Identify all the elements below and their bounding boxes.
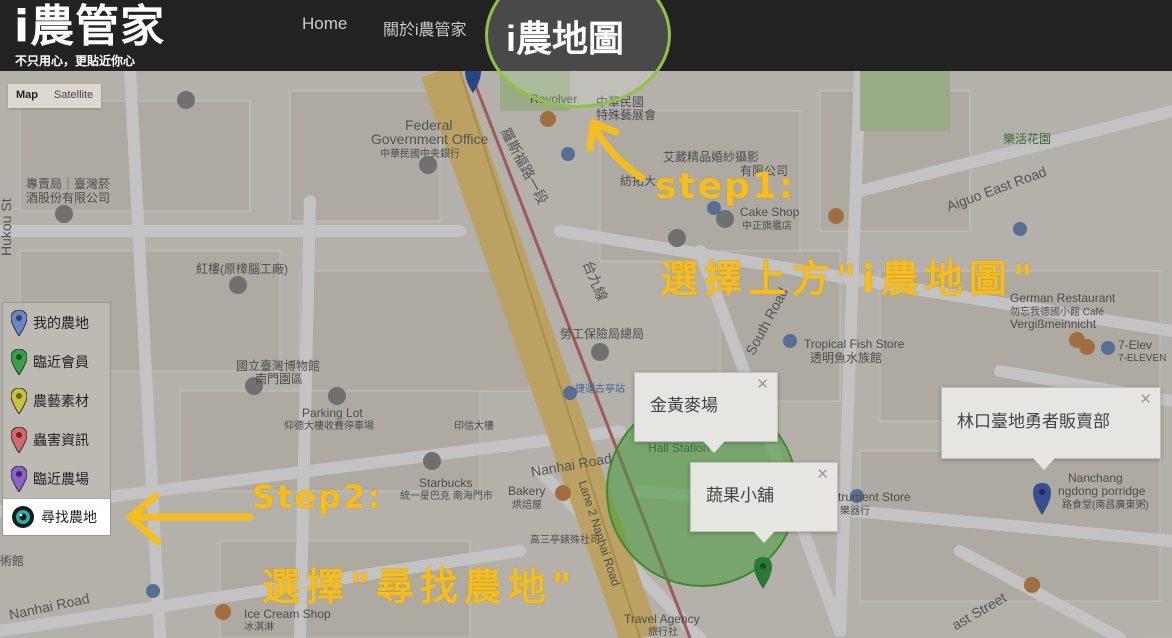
find-farm-button[interactable]: 尋找農地 bbox=[3, 498, 110, 535]
close-icon[interactable]: ✕ bbox=[756, 375, 769, 393]
arrow-icon bbox=[586, 119, 646, 182]
legend-label: 蟲害資訊 bbox=[33, 432, 89, 449]
nav-about-link[interactable]: 關於i農管家 bbox=[383, 16, 467, 40]
poi-label: 路食堂(南昌廣東粥) bbox=[1062, 500, 1149, 511]
map-type-map-button[interactable]: Map bbox=[8, 84, 46, 108]
poi-label: Parking Lot bbox=[302, 406, 363, 420]
poi-label: 高三亭錶殊社司 bbox=[530, 535, 600, 546]
poi-label: 中華民國中央銀行 bbox=[380, 149, 460, 160]
arrow-icon bbox=[126, 492, 254, 546]
poi-label: 透明魚水族館 bbox=[810, 351, 883, 365]
info-window-tail bbox=[703, 441, 725, 453]
info-window-tail bbox=[753, 531, 775, 543]
map-pin-icon bbox=[11, 426, 27, 453]
map-pin-icon bbox=[11, 348, 27, 375]
poi-label: ngdong porridge bbox=[1058, 484, 1146, 498]
poi-label: Starbucks bbox=[419, 476, 473, 490]
poi-label: 7-ELEVEN bbox=[1118, 353, 1167, 364]
poi-label: 冰淇淋 bbox=[244, 622, 274, 633]
brand-slogan: 不只用心，更貼近你心 bbox=[15, 54, 136, 68]
map-type-satellite-button[interactable]: Satellite bbox=[46, 84, 101, 108]
legend-item-nearby-farms[interactable]: 臨近農場 bbox=[3, 459, 110, 498]
poi-label: 旅行社 bbox=[648, 627, 678, 638]
poi-label: 烘焙屋 bbox=[512, 500, 542, 511]
legend-label: 臨近農場 bbox=[33, 471, 89, 488]
map-legend: 我的農地 臨近會員 農藝素材 蟲害資訊 臨近農場 尋找農地 bbox=[2, 302, 111, 536]
find-farm-label: 尋找農地 bbox=[41, 510, 97, 526]
poi-label: 印信大樓 bbox=[454, 421, 494, 432]
poi-label: 樂活花園 bbox=[1003, 132, 1052, 146]
info-window-golden[interactable]: 金黃麥場 ✕ bbox=[634, 372, 778, 453]
poi-label: Hall Station bbox=[648, 441, 710, 455]
info-window-title: 金黃麥場 bbox=[650, 396, 718, 416]
poi-label: 紅樓(原樟腦工廠) bbox=[196, 262, 288, 276]
poi-label: 專賣局｜臺灣菸 bbox=[26, 177, 111, 191]
map-pin-icon bbox=[11, 387, 27, 414]
poi-label: 樂器行 bbox=[840, 506, 870, 517]
legend-item-pest-info[interactable]: 蟲害資訊 bbox=[3, 420, 110, 459]
road-label: Hukou St bbox=[0, 198, 14, 256]
poi-label: Travel Agency bbox=[624, 612, 700, 626]
map-pin-icon bbox=[11, 465, 27, 492]
poi-label: 術館 bbox=[0, 554, 25, 568]
poi-label: trument Store bbox=[838, 490, 911, 504]
nav-home-link[interactable]: Home bbox=[302, 14, 347, 34]
brand-logo[interactable]: i農管家 bbox=[14, 2, 165, 52]
poi-label: Cake Shop bbox=[740, 205, 800, 219]
eye-icon bbox=[12, 506, 34, 528]
info-window-title: 林口臺地勇者販賣部 bbox=[957, 412, 1110, 432]
step1-label: step1: bbox=[655, 166, 796, 207]
close-icon[interactable]: ✕ bbox=[816, 465, 829, 483]
step2-instruction: 選擇"尋找農地" bbox=[262, 565, 578, 609]
poi-label: 7-Elev bbox=[1118, 338, 1153, 352]
info-window-linkou[interactable]: 林口臺地勇者販賣部 ✕ bbox=[941, 387, 1161, 470]
legend-item-my-farm[interactable]: 我的農地 bbox=[3, 303, 110, 342]
step2-label: Step2: bbox=[252, 478, 383, 516]
poi-label: 中正旗艦店 bbox=[742, 221, 792, 232]
poi-label: Vergißmeinnicht bbox=[1010, 317, 1097, 331]
poi-label: 捷運古亭站 bbox=[575, 384, 625, 395]
poi-label: Government Office bbox=[371, 131, 489, 147]
step1-instruction: 選擇上方"i農地圖" bbox=[660, 257, 1039, 301]
close-icon[interactable]: ✕ bbox=[1139, 390, 1152, 408]
legend-item-materials[interactable]: 農藝素材 bbox=[3, 381, 110, 420]
legend-item-nearby-members[interactable]: 臨近會員 bbox=[3, 342, 110, 381]
poi-label: 南門園區 bbox=[255, 372, 304, 386]
poi-label: Tropical Fish Store bbox=[804, 337, 905, 351]
poi-label: 仰德大樓收費停車場 bbox=[284, 421, 374, 432]
map-type-control: Map Satellite bbox=[8, 84, 102, 108]
legend-label: 臨近會員 bbox=[33, 354, 89, 371]
poi-label: 統一星巴克 南海門市 bbox=[400, 491, 493, 502]
poi-label: 酒股份有限公司 bbox=[26, 191, 111, 205]
info-window-tail bbox=[1033, 458, 1055, 470]
poi-label: 勞工保險局總局 bbox=[560, 327, 645, 341]
info-window-title: 蔬果小舖 bbox=[706, 486, 774, 506]
poi-label: 艾葳精品婚紗攝影 bbox=[663, 150, 760, 164]
info-window-veggie[interactable]: 蔬果小舖 ✕ bbox=[690, 462, 838, 543]
legend-label: 我的農地 bbox=[33, 315, 89, 332]
map-pin-icon bbox=[11, 309, 27, 336]
legend-label: 農藝素材 bbox=[33, 393, 89, 410]
poi-label: Bakery bbox=[508, 484, 546, 498]
